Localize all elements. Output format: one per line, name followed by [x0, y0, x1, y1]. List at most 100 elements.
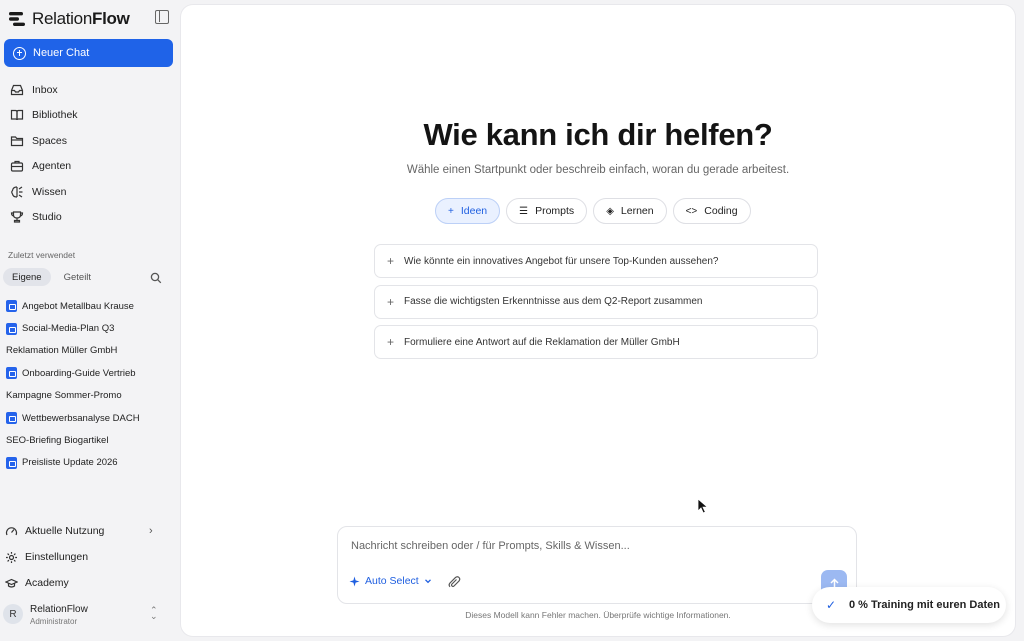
sidebar-item-studio[interactable]: Studio: [0, 205, 180, 231]
user-name: RelationFlow: [30, 604, 88, 615]
page-title: Wie kann ich dir helfen?: [423, 117, 773, 152]
sidebar-item-label: Spaces: [32, 134, 68, 147]
brain-icon: [10, 185, 24, 199]
new-chat-button[interactable]: Neuer Chat: [4, 39, 173, 67]
suggestion-item[interactable]: + Fasse die wichtigsten Erkenntnisse aus…: [374, 284, 818, 319]
sidebar-item-inbox[interactable]: Inbox: [0, 77, 180, 103]
recent-filter-tabs: Eigene Geteilt: [3, 268, 100, 286]
document-icon: [6, 367, 17, 380]
message-input[interactable]: [351, 540, 831, 552]
briefcase-icon: [10, 159, 24, 173]
sidebar-item-settings[interactable]: Einstellungen: [0, 544, 180, 570]
chip-label: Coding: [704, 205, 738, 217]
suggestion-text: Formuliere eine Antwort auf die Reklamat…: [404, 336, 680, 348]
avatar: R: [3, 604, 23, 624]
sidebar-item-spaces[interactable]: Spaces: [0, 128, 180, 154]
recent-item-label: Preisliste Update 2026: [22, 457, 118, 469]
main-panel: Wie kann ich dir helfen? Wähle einen Sta…: [181, 5, 1015, 636]
document-icon: [6, 412, 17, 425]
sidebar-collapse-icon[interactable]: [155, 10, 169, 24]
checkmark-icon: ✓: [825, 598, 837, 612]
document-icon: [6, 300, 17, 313]
recent-item-label: Social-Media-Plan Q3: [22, 323, 115, 335]
sidebar-item-label: Inbox: [32, 83, 58, 96]
chip-label: Prompts: [535, 205, 575, 217]
sidebar-item-label: Wissen: [32, 185, 67, 198]
recent-item-label: Reklamation Müller GmbH: [6, 345, 118, 357]
list-icon: ☰: [519, 205, 529, 217]
training-status-toast: ✓ 0 % Training mit euren Daten: [812, 587, 1006, 623]
suggestion-text: Fasse die wichtigsten Erkenntnisse aus d…: [404, 296, 703, 307]
recent-item[interactable]: Kampagne Sommer-Promo: [0, 385, 180, 407]
recent-item-label: Wettbewerbsanalyse DACH: [22, 412, 140, 424]
tab-eigene[interactable]: Eigene: [3, 268, 51, 286]
chip-label: Lernen: [620, 205, 654, 217]
sidebar-item-academy[interactable]: Academy: [0, 570, 180, 596]
message-composer: Auto Select: [337, 526, 857, 604]
mouse-cursor-icon: [697, 498, 709, 514]
sparkle-icon: [349, 576, 360, 586]
document-icon: [6, 322, 17, 335]
recent-item[interactable]: Wettbewerbsanalyse DACH: [0, 407, 180, 429]
brand-logo[interactable]: RelationFlow: [8, 8, 130, 30]
chevron-up-down-icon: ⌃ ⌄: [150, 605, 158, 621]
recent-item[interactable]: Reklamation Müller GmbH: [0, 340, 180, 362]
paperclip-icon[interactable]: [447, 575, 461, 589]
recent-item[interactable]: Social-Media-Plan Q3: [0, 317, 180, 339]
gear-icon: [6, 551, 17, 563]
page-subtitle: Wähle einen Startpunkt oder beschreib ei…: [406, 164, 790, 176]
starter-chips: + Ideen ☰ Prompts ◈ Lernen <> Coding: [435, 198, 751, 224]
model-selector-label: Auto Select: [365, 575, 419, 587]
suggestion-item[interactable]: + Wie könnte ein innovatives Angebot für…: [374, 244, 818, 278]
brand-name: RelationFlow: [32, 9, 130, 28]
sidebar-item-wissen[interactable]: Wissen: [0, 179, 180, 205]
recent-item[interactable]: SEO-Briefing Biogartikel: [0, 429, 180, 451]
document-icon: [6, 456, 17, 469]
sidebar: RelationFlow Neuer Chat Inbox Bibliothek…: [0, 0, 180, 641]
recent-item[interactable]: Onboarding-Guide Vertrieb: [0, 362, 180, 384]
recent-item-label: Angebot Metallbau Krause: [22, 300, 134, 312]
sidebar-item-usage[interactable]: Aktuelle Nutzung ›: [0, 518, 180, 544]
plus-icon: +: [448, 205, 454, 217]
sidebar-item-label: Agenten: [32, 160, 72, 173]
chip-prompts[interactable]: ☰ Prompts: [506, 198, 588, 224]
tab-geteilt[interactable]: Geteilt: [55, 268, 100, 286]
sidebar-item-label: Studio: [32, 211, 62, 224]
search-icon[interactable]: [150, 272, 162, 284]
folder-icon: [10, 134, 24, 148]
plus-icon: +: [387, 254, 395, 268]
chip-ideen[interactable]: + Ideen: [435, 198, 501, 224]
sidebar-item-label: Aktuelle Nutzung: [25, 525, 105, 537]
plus-icon: +: [387, 335, 395, 349]
chip-label: Ideen: [460, 205, 488, 217]
bottom-nav: Aktuelle Nutzung › Einstellungen Academy: [0, 518, 180, 596]
book-icon: [10, 108, 24, 122]
model-selector[interactable]: Auto Select: [349, 575, 432, 587]
chip-coding[interactable]: <> Coding: [672, 198, 751, 224]
sidebar-item-bibliothek[interactable]: Bibliothek: [0, 103, 180, 129]
sidebar-item-label: Einstellungen: [25, 551, 89, 563]
recent-item[interactable]: Preisliste Update 2026: [0, 452, 180, 474]
user-role: Administrator: [30, 617, 78, 626]
plus-circle-icon: [13, 46, 26, 60]
sidebar-item-agenten[interactable]: Agenten: [0, 154, 180, 180]
graduation-cap-icon: [5, 578, 18, 588]
gauge-icon: [5, 526, 18, 535]
suggestion-text: Wie könnte ein innovatives Angebot für u…: [404, 255, 719, 267]
chip-lernen[interactable]: ◈ Lernen: [593, 198, 667, 224]
relationflow-logo-icon: [9, 12, 25, 26]
chevron-right-icon: ›: [149, 525, 153, 537]
user-menu[interactable]: R RelationFlow Administrator ⌃ ⌄: [0, 600, 180, 630]
inbox-icon: [10, 83, 24, 97]
recent-item-label: Onboarding-Guide Vertrieb: [22, 367, 136, 379]
suggestion-item[interactable]: + Formuliere eine Antwort auf die Reklam…: [374, 325, 818, 359]
recent-item[interactable]: Angebot Metallbau Krause: [0, 295, 180, 317]
trophy-icon: [10, 210, 24, 224]
recent-item-label: SEO-Briefing Biogartikel: [6, 435, 109, 447]
recent-item-label: Kampagne Sommer-Promo: [6, 390, 122, 402]
toast-text: 0 % Training mit euren Daten: [849, 599, 1000, 611]
recent-list: Angebot Metallbau Krause Social-Media-Pl…: [0, 295, 180, 474]
plus-icon: +: [387, 294, 395, 309]
recent-section-label: Zuletzt verwendet: [8, 250, 76, 260]
sidebar-item-label: Academy: [25, 577, 69, 589]
